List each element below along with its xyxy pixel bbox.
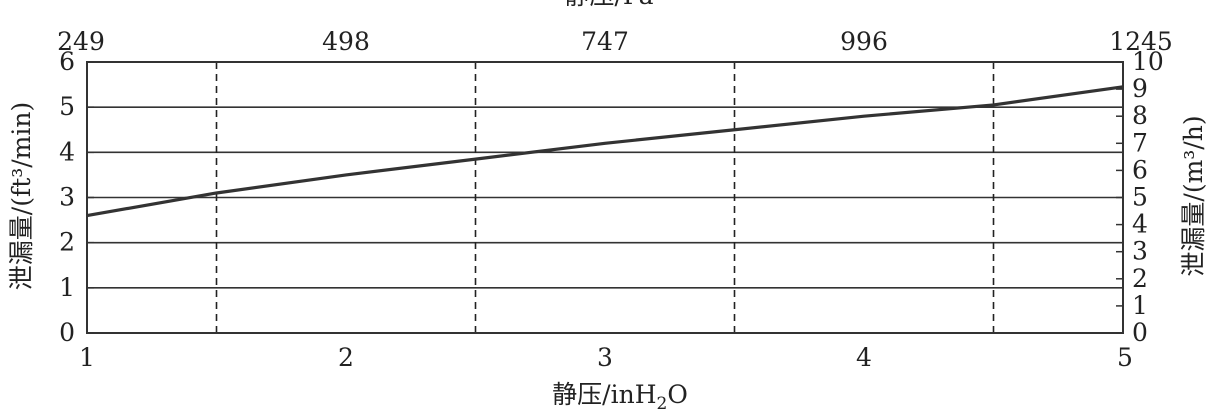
- y-right-tick-label: 8: [1132, 101, 1148, 130]
- y-left-tick-label: 0: [59, 318, 75, 347]
- y-right-tick-label: 6: [1132, 155, 1148, 184]
- y-right-tick-label: 1: [1132, 291, 1148, 320]
- x-top-tick-label: 996: [840, 27, 888, 56]
- chart-svg: 静压/Pa 1234524949874799612450123456012345…: [7, 0, 1208, 414]
- chart: 静压/Pa 1234524949874799612450123456012345…: [0, 0, 1218, 414]
- bottom-axis-title: 静压/inH2O: [552, 380, 688, 411]
- y-left-tick-label: 5: [59, 92, 75, 121]
- y-right-tick-label: 9: [1132, 74, 1148, 103]
- y-left-tick-label: 1: [59, 273, 75, 302]
- left-axis-title: 泄漏量/(ft³/min): [7, 102, 36, 290]
- right-axis-title: 泄漏量/(m³/h): [1179, 115, 1208, 276]
- leakage-line: [86, 85, 1124, 218]
- y-left-tick-label: 3: [59, 183, 75, 212]
- series-layer: [86, 85, 1124, 218]
- y-left-tick-label: 6: [59, 47, 75, 76]
- x-bottom-tick-label: 3: [597, 343, 613, 372]
- y-right-tick-label: 3: [1132, 237, 1148, 266]
- y-left-tick-label: 4: [59, 137, 75, 166]
- x-bottom-tick-label: 4: [856, 343, 872, 372]
- y-right-tick-label: 5: [1132, 183, 1148, 212]
- x-bottom-tick-label: 2: [338, 343, 354, 372]
- y-right-tick-label: 2: [1132, 264, 1148, 293]
- top-axis-title: 静压/Pa: [564, 0, 653, 10]
- tick-labels: 1 2 3 4 5249 498 747 996 12450123456012345678910: [57, 27, 1173, 372]
- x-bottom-tick-label: 5: [1117, 343, 1133, 372]
- y-right-tick-label: 0: [1132, 318, 1148, 347]
- y-right-tick-label: 7: [1132, 128, 1148, 157]
- x-bottom-tick-label: 1: [79, 343, 95, 372]
- horizontal-gridlines: [87, 106, 1123, 289]
- y-left-tick-label: 2: [59, 228, 75, 257]
- x-top-tick-label: 747: [581, 27, 629, 56]
- x-top-tick-label: 498: [322, 27, 370, 56]
- y-right-tick-label: 4: [1132, 210, 1148, 239]
- y-right-tick-label: 10: [1132, 47, 1164, 76]
